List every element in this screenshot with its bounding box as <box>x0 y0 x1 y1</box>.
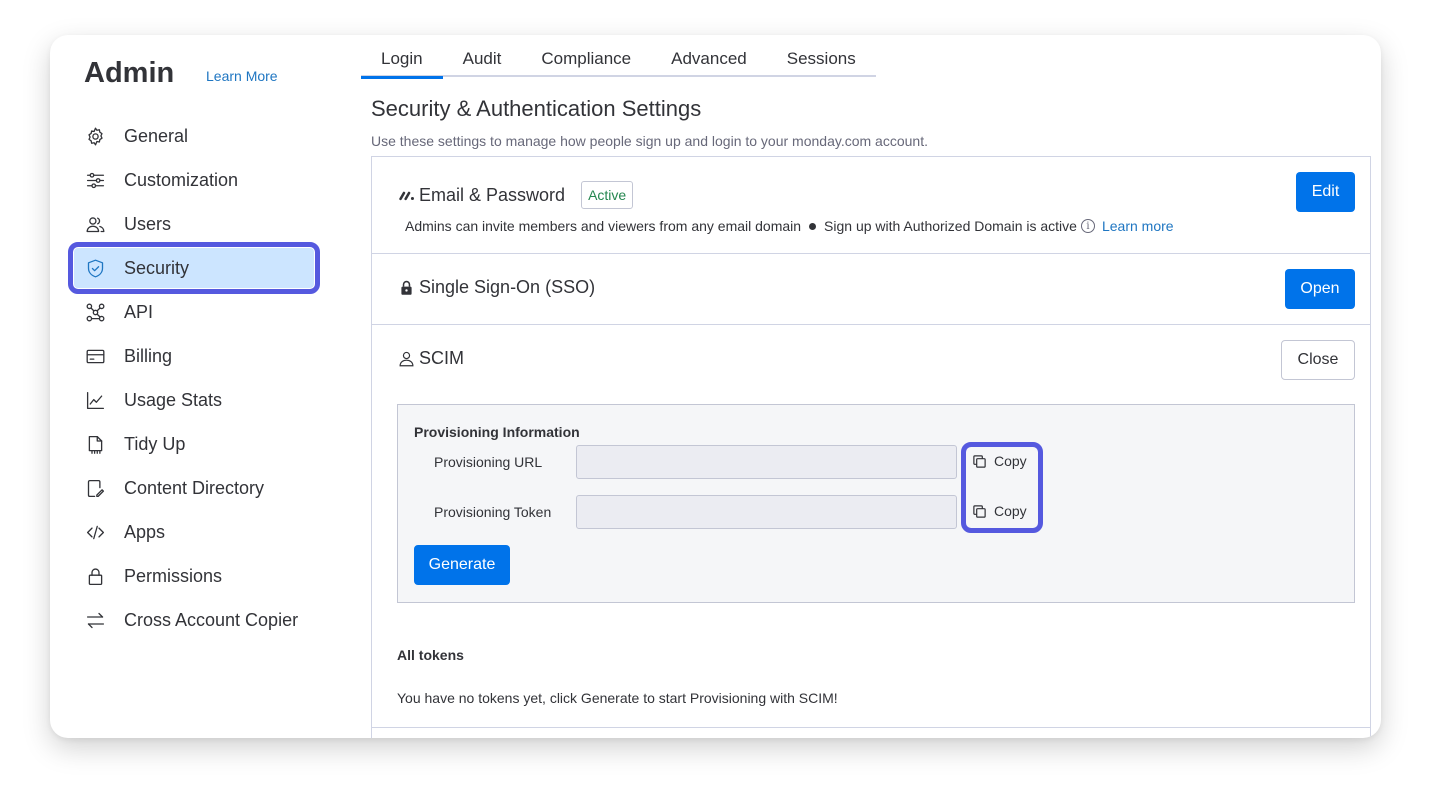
generate-button[interactable]: Generate <box>414 545 510 585</box>
lock-icon <box>397 279 415 297</box>
copy-label: Copy <box>994 453 1027 469</box>
authorized-domain-text: Sign up with Authorized Domain is active <box>824 218 1077 234</box>
copy-icon <box>973 454 986 468</box>
broom-icon <box>84 433 106 455</box>
sidebar-item-label: Cross Account Copier <box>124 609 299 630</box>
provisioning-token-label: Provisioning Token <box>434 504 552 520</box>
tab-compliance[interactable]: Compliance <box>521 39 651 77</box>
admin-title: Admin <box>84 57 175 89</box>
provisioning-heading: Provisioning Information <box>414 424 580 440</box>
no-tokens-message: You have no tokens yet, click Generate t… <box>397 690 838 706</box>
sidebar-item-customization[interactable]: Customization <box>74 160 314 200</box>
sidebar-item-label: API <box>124 301 154 322</box>
sidebar-item-label: General <box>124 125 189 146</box>
shield-icon <box>84 257 106 279</box>
users-icon <box>84 213 106 235</box>
sidebar-item-api[interactable]: API <box>74 292 314 332</box>
provisioning-url-label: Provisioning URL <box>434 454 543 470</box>
document-edit-icon <box>84 477 106 499</box>
sidebar-item-apps[interactable]: Apps <box>74 512 314 552</box>
scim-title-row: SCIM <box>397 348 464 369</box>
close-button[interactable]: Close <box>1281 340 1355 380</box>
bullet-separator <box>809 222 817 230</box>
sidebar-item-label: Users <box>124 213 172 234</box>
page-subtitle: Use these settings to manage how people … <box>371 133 928 149</box>
copy-buttons-highlight: Copy Copy <box>961 442 1043 533</box>
sidebar-item-label: Apps <box>124 521 166 542</box>
sidebar-item-label: Billing <box>124 345 173 366</box>
code-icon <box>84 521 106 543</box>
admin-window: Admin Learn More General Customization U… <box>50 35 1381 738</box>
credit-card-icon <box>84 345 106 367</box>
copy-url-button[interactable]: Copy <box>972 453 1027 469</box>
sliders-icon <box>84 169 106 191</box>
scim-title: SCIM <box>419 348 464 368</box>
scim-section: SCIM Close Provisioning Information Prov… <box>372 325 1370 738</box>
tab-audit[interactable]: Audit <box>443 39 522 77</box>
edit-button[interactable]: Edit <box>1296 172 1355 212</box>
email-domain-text: Admins can invite members and viewers fr… <box>405 218 802 234</box>
copy-token-button[interactable]: Copy <box>972 503 1027 519</box>
sidebar-item-label: Usage Stats <box>124 389 223 410</box>
sso-section: Single Sign-On (SSO) Open <box>372 254 1370 325</box>
copy-icon <box>973 504 986 518</box>
sso-title-row: Single Sign-On (SSO) <box>397 277 595 298</box>
sidebar-item-permissions[interactable]: Permissions <box>74 556 314 596</box>
sidebar-item-security[interactable]: Security <box>68 242 320 294</box>
email-password-title-row: Email & Password Active <box>397 181 634 209</box>
sidebar-item-label: Tidy Up <box>124 433 186 454</box>
transfer-arrows-icon <box>84 609 106 631</box>
sidebar-item-tidy-up[interactable]: Tidy Up <box>74 424 314 464</box>
settings-tabs: Login Audit Compliance Advanced Sessions <box>361 39 876 79</box>
lock-icon <box>84 565 106 587</box>
monday-logo-icon <box>397 186 415 204</box>
email-password-description: Admins can invite members and viewers fr… <box>405 218 1174 234</box>
provisioning-info-box: Provisioning Information Provisioning UR… <box>397 404 1355 603</box>
api-icon <box>84 301 106 323</box>
person-icon <box>397 350 415 368</box>
divider <box>372 727 1370 728</box>
sidebar-nav: General Customization Users Security API <box>68 116 320 644</box>
sidebar-item-cross-account-copier[interactable]: Cross Account Copier <box>74 600 314 640</box>
sidebar-item-content-directory[interactable]: Content Directory <box>74 468 314 508</box>
copy-label: Copy <box>994 503 1027 519</box>
page-title: Security & Authentication Settings <box>371 96 702 121</box>
sidebar-item-label: Permissions <box>124 565 223 586</box>
tab-login[interactable]: Login <box>361 39 443 79</box>
chart-line-icon <box>84 389 106 411</box>
all-tokens-heading: All tokens <box>397 647 464 663</box>
sidebar-item-users[interactable]: Users <box>74 204 314 244</box>
sidebar-item-general[interactable]: General <box>74 116 314 156</box>
sso-title: Single Sign-On (SSO) <box>419 277 596 297</box>
sidebar-item-billing[interactable]: Billing <box>74 336 314 376</box>
sidebar-item-usage-stats[interactable]: Usage Stats <box>74 380 314 420</box>
info-icon[interactable]: i <box>1080 219 1095 233</box>
tab-advanced[interactable]: Advanced <box>651 39 767 77</box>
learn-more-link[interactable]: Learn more <box>1102 218 1174 234</box>
tab-sessions[interactable]: Sessions <box>767 39 876 77</box>
sidebar-item-label: Security <box>124 257 190 278</box>
auth-settings-panel: Email & Password Active Admins can invit… <box>371 156 1371 738</box>
provisioning-token-field[interactable] <box>576 495 957 529</box>
provisioning-url-field[interactable] <box>576 445 957 479</box>
status-badge: Active <box>581 181 634 209</box>
open-button[interactable]: Open <box>1285 269 1355 309</box>
sidebar-item-label: Content Directory <box>124 477 265 498</box>
email-password-title: Email & Password <box>419 184 566 205</box>
sidebar-item-label: Customization <box>124 169 239 190</box>
learn-more-link[interactable]: Learn More <box>206 68 278 84</box>
email-password-section: Email & Password Active Admins can invit… <box>372 157 1370 254</box>
gear-icon <box>84 125 106 147</box>
